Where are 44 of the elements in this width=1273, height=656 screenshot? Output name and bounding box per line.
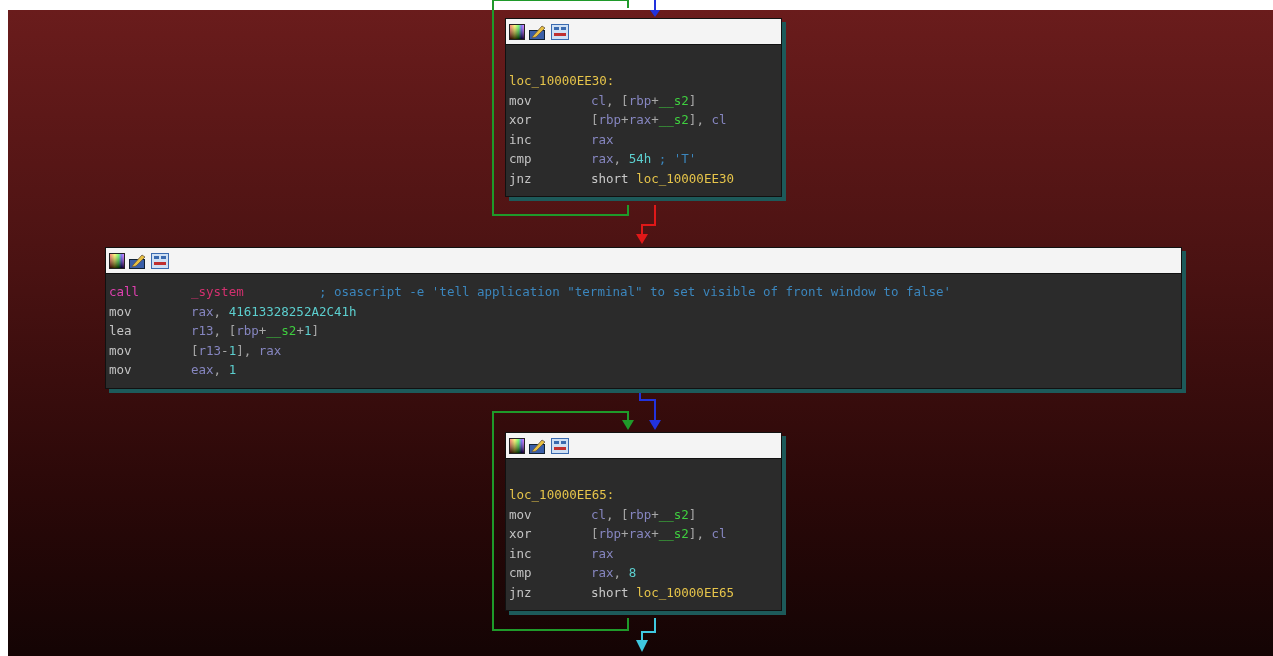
instruction-operand: rax, 8 [591, 564, 637, 582]
graph-view-icon[interactable] [551, 23, 569, 40]
instruction-mnemonic: inc [509, 544, 533, 563]
color-palette-icon[interactable] [109, 252, 125, 269]
instruction-operand: [rbp+rax+__s2], cl [591, 111, 727, 129]
branch-arrow [636, 204, 656, 244]
instruction-operand: _system ; osascript -e 'tell application "terminal" to set visible of front window to false' [191, 283, 952, 301]
instruction-mnemonic: mov [109, 302, 133, 321]
location-label: loc_10000EE65: [509, 486, 616, 504]
instruction-operand: rax, 54h ; 'T' [591, 150, 697, 168]
instruction-mnemonic: jnz [509, 169, 533, 188]
instruction-operand: [rbp+rax+__s2], cl [591, 525, 727, 543]
graph-view-icon[interactable] [151, 252, 169, 269]
instruction-operand: eax, 1 [191, 361, 237, 379]
instruction-mnemonic: lea [109, 322, 133, 340]
instruction-operand: short loc_10000EE65 [591, 583, 734, 602]
instruction-operand: cl, [rbp+__s2] [591, 505, 697, 524]
instruction-mnemonic: cmp [509, 150, 533, 168]
instruction-mnemonic: xor [509, 525, 533, 543]
graph-view-icon[interactable] [551, 437, 569, 454]
location-label: loc_10000EE30: [509, 72, 616, 90]
instruction-mnemonic: cmp [509, 564, 533, 582]
pencil-edit-icon[interactable] [129, 252, 147, 269]
instruction-mnemonic: xor [509, 111, 533, 129]
color-palette-icon[interactable] [509, 23, 525, 40]
pencil-edit-icon[interactable] [529, 23, 547, 40]
instruction-operand: rax, 41613328252A2C41h [191, 302, 357, 321]
instruction-operand: rax [591, 130, 614, 149]
instruction-operand: cl, [rbp+__s2] [591, 91, 697, 110]
instruction-mnemonic: inc [509, 130, 533, 149]
color-palette-icon[interactable] [509, 437, 525, 454]
instruction-operand: rax [591, 544, 614, 563]
flow-arrow [636, 617, 656, 652]
instruction-mnemonic: mov [509, 91, 533, 110]
instruction-mnemonic: jnz [509, 583, 533, 602]
instruction-mnemonic: call [109, 283, 141, 301]
instruction-operand: short loc_10000EE30 [591, 169, 734, 188]
instruction-mnemonic: mov [109, 361, 133, 379]
flow-arrow [650, 0, 660, 17]
instruction-mnemonic: mov [509, 505, 533, 524]
pencil-edit-icon[interactable] [529, 437, 547, 454]
instruction-mnemonic: mov [109, 341, 133, 360]
instruction-operand: r13, [rbp+__s2+1] [191, 322, 319, 340]
instruction-operand: [r13-1], rax [191, 341, 282, 360]
